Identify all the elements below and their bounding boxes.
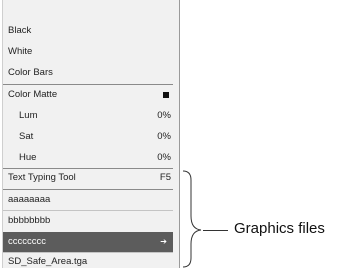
graphics-context-menu: Black White Color Bars Color Matte Lum 0… (2, 0, 180, 268)
menu-item-text-typing-tool[interactable]: Text Typing Tool F5 (3, 168, 173, 188)
menu-item-hue[interactable]: Hue 0% (3, 148, 173, 168)
menu-item-label: cccccccc (8, 236, 46, 247)
shortcut-label: F5 (159, 172, 171, 183)
menu-item-color-bars[interactable]: Color Bars (3, 63, 173, 83)
callout-line (203, 230, 228, 231)
menu-item-lum[interactable]: Lum 0% (3, 106, 173, 126)
hue-value: 0% (157, 152, 171, 163)
menu-item-label: White (8, 46, 33, 57)
menu-item-label: Color Bars (8, 67, 53, 78)
menu-item-graphics-file-selected[interactable]: cccccccc ➔ (3, 232, 173, 252)
lum-value: 0% (157, 110, 171, 121)
menu-item-label: Lum (19, 110, 38, 121)
menu-item-label: bbbbbbbb (8, 215, 51, 226)
menu-item-label: Black (8, 25, 32, 36)
menu-item-black[interactable]: Black (3, 21, 173, 41)
menu-item-sat[interactable]: Sat 0% (3, 127, 173, 147)
menu-item-label: Color Matte (8, 89, 58, 100)
curly-brace-icon (182, 170, 202, 268)
menu-item-label: Hue (19, 152, 37, 163)
sat-value: 0% (157, 131, 171, 142)
graphics-files-callout: Graphics files (234, 220, 325, 237)
menu-item-label: SD_Safe_Area.tga (8, 256, 88, 267)
menu-item-label: aaaaaaaa (8, 194, 51, 205)
menu-item-label: Sat (19, 131, 34, 142)
menu-item-white[interactable]: White (3, 42, 173, 62)
menu-item-graphics-file[interactable]: bbbbbbbb (3, 211, 173, 231)
menu-item-color-matte[interactable]: Color Matte (3, 85, 173, 105)
submenu-arrow-icon: ➔ (160, 237, 167, 246)
color-swatch-icon (163, 92, 169, 98)
menu-item-graphics-file[interactable]: SD_Safe_Area.tga (3, 252, 173, 272)
menu-item-label: Text Typing Tool (8, 172, 76, 183)
menu-item-graphics-file[interactable]: aaaaaaaa (3, 190, 173, 210)
